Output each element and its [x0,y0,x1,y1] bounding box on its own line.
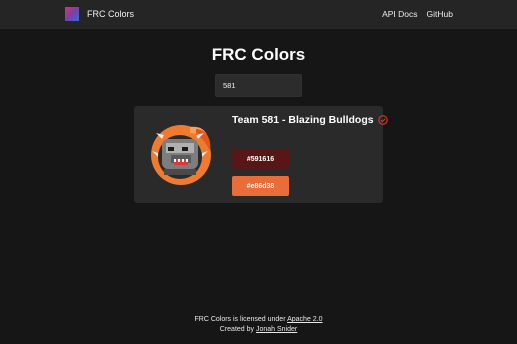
nav-link-api-docs[interactable]: API Docs [382,9,417,19]
team-search-input[interactable] [215,74,302,97]
primary-color-swatch[interactable]: #591616 [232,149,289,169]
nav-link-github[interactable]: GitHub [427,9,453,19]
brand-name: FRC Colors [87,9,135,19]
verified-check-icon [377,115,388,125]
license-line: FRC Colors is licensed under Apache 2.0 [0,315,517,325]
frc-colors-logo [65,7,79,21]
navbar: FRC Colors API Docs GitHub [0,0,517,29]
team-avatar-bulldog [151,125,211,185]
secondary-color-swatch[interactable]: #e86d38 [232,176,289,196]
team-card: Team 581 - Blazing Bulldogs #591616 #e86… [134,106,388,203]
author-link[interactable]: Jonah Snider [256,326,297,333]
nav-links: API Docs GitHub [382,9,453,19]
team-name: Team 581 - Blazing Bulldogs [232,114,374,126]
footer: FRC Colors is licensed under Apache 2.0 … [0,315,517,335]
team-heading: Team 581 - Blazing Bulldogs [232,114,388,126]
apache-license-link[interactable]: Apache 2.0 [287,316,322,323]
credit-prefix: Created by [219,326,255,333]
license-prefix: FRC Colors is licensed under [194,316,286,323]
brand-link[interactable]: FRC Colors [65,7,134,21]
credit-line: Created by Jonah Snider [0,325,517,335]
page-title: FRC Colors [211,45,306,64]
